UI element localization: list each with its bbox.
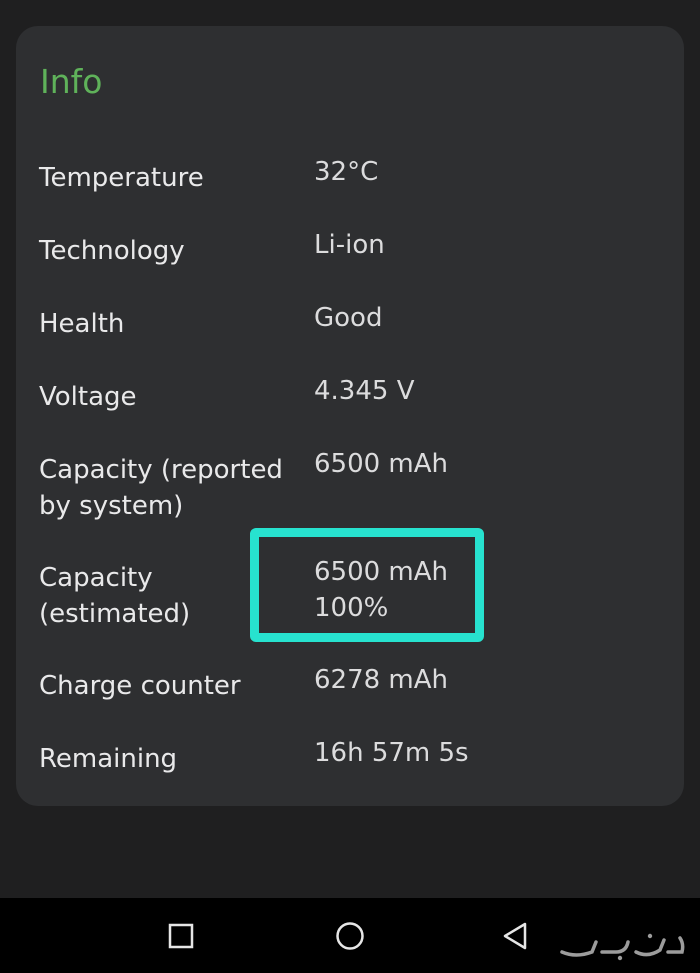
screen: Info Temperature 32°C Technology Li-ion … — [0, 0, 700, 973]
back-button[interactable] — [497, 918, 533, 954]
row-label: Charge counter — [39, 671, 241, 701]
info-card: Info Temperature 32°C Technology Li-ion … — [16, 26, 684, 806]
row-value: 6500 mAh — [314, 449, 449, 479]
watermark-logo — [556, 928, 688, 962]
card-title: Info — [40, 62, 103, 101]
row-value: Li-ion — [314, 230, 385, 260]
home-circle-icon — [336, 922, 364, 950]
row-value: 6278 mAh — [314, 665, 449, 695]
back-triangle-icon — [503, 922, 527, 950]
row-label: Temperature — [39, 163, 204, 193]
home-button[interactable] — [332, 918, 368, 954]
row-value: 32°C — [314, 157, 379, 187]
row-label: Capacity (reported by system) — [39, 455, 283, 521]
row-label: Health — [39, 309, 125, 339]
row-value: 16h 57m 5s — [314, 738, 469, 768]
row-label: Remaining — [39, 744, 178, 774]
row-label: Voltage — [39, 382, 137, 412]
row-value: 4.345 V — [314, 376, 415, 406]
recents-button[interactable] — [163, 918, 199, 954]
row-value: Good — [314, 303, 383, 333]
highlight-box — [250, 528, 484, 642]
row-label: Technology — [39, 236, 185, 266]
recents-square-icon — [168, 923, 194, 949]
